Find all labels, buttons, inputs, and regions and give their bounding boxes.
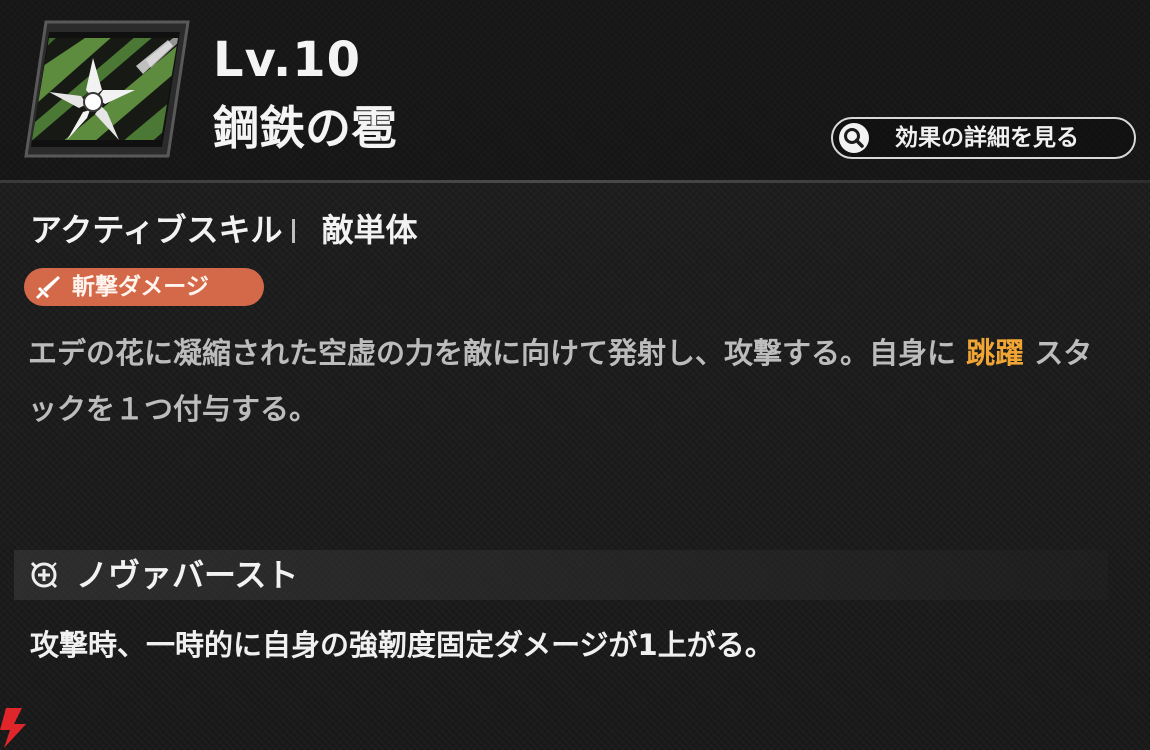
view-details-label: 効果の詳細を見る: [895, 125, 1079, 151]
leap-keyword[interactable]: 跳躍: [966, 336, 1024, 370]
type-separator: [292, 219, 296, 243]
skill-level: Lv.10: [213, 32, 361, 88]
skill-icon: [24, 20, 190, 158]
skill-description: エデの花に凝縮された空虚の力を敵に向けて発射し、攻撃する。自身に 跳躍 スタック…: [28, 325, 1108, 437]
skill-target: 敵単体: [321, 211, 418, 249]
damage-type-badge: 斬撃ダメージ: [24, 268, 264, 306]
nova-burst-header: ノヴァバースト: [14, 550, 1108, 600]
lightning-icon: [0, 708, 26, 748]
skill-type-row: アクティブスキル 敵単体: [30, 207, 418, 253]
skill-header: Lv.10 鋼鉄の雹 効果の詳細を見る: [0, 0, 1150, 182]
search-icon: [839, 123, 869, 153]
description-text-before: エデの花に凝縮された空虚の力を敵に向けて発射し、攻撃する。自身に: [28, 336, 957, 370]
sword-icon: [36, 276, 60, 299]
header-divider: [0, 180, 1150, 183]
damage-type-label: 斬撃ダメージ: [72, 274, 209, 300]
nova-burst-title: ノヴァバースト: [76, 556, 299, 594]
view-details-button[interactable]: 効果の詳細を見る: [831, 117, 1136, 159]
skill-type: アクティブスキル: [30, 211, 283, 249]
nova-burst-description: 攻撃時、一時的に自身の強靭度固定ダメージが1上がる。: [30, 628, 774, 662]
nova-burst-icon: [30, 561, 58, 589]
skill-name: 鋼鉄の雹: [213, 101, 397, 155]
